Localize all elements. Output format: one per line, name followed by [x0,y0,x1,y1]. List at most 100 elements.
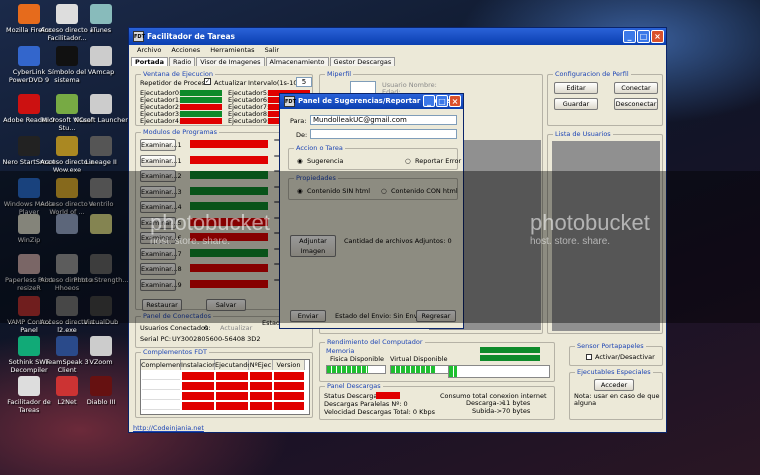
conectados-actualizar[interactable]: Actualizar [220,324,252,332]
fdt-cell [250,402,272,410]
window-titlebar[interactable]: FDT Facilitador de Tareas _ □ × [129,28,666,45]
modulo-path-field [190,140,268,148]
config-legend: Configuracion de Perfil [553,70,631,78]
examinar-button[interactable]: Examinar...1 [140,154,182,167]
tab-visor[interactable]: Visor de Imagenes [196,57,265,66]
fdt-cell [216,392,248,400]
fdt-cell [250,392,272,400]
fdt-cell [274,382,304,390]
tab-strip: Portada Radio Visor de Imagenes Almacenamie… [131,57,396,67]
tab-gestor[interactable]: Gestor Descargas [329,57,396,66]
ejecutador-label: Ejecutador9: [228,117,270,125]
fdt-column-header[interactable]: Instalacion [181,360,216,370]
fdt-column-header[interactable]: Version [273,360,305,370]
especiales-group: Ejecutables Especiales Acceder Nota: usa… [569,368,663,420]
portapapeles-group: Sensor Portapapeles Activar/Desactivar [569,342,663,366]
desktop-icon-graphic [90,336,112,356]
menu-archivo[interactable]: Archivo [137,46,161,54]
ejecutador-status [180,111,222,117]
desktop-icon-graphic [90,4,112,24]
fdt-cell [182,382,214,390]
desktop-icon[interactable]: Diablo III [72,376,130,406]
fdt-cell [274,392,304,400]
usuarios-value: 0 [204,324,209,332]
fdt-cell [250,382,272,390]
actualizar-checkbox[interactable]: ✓ [204,78,211,85]
para-input[interactable]: MundolleakUC@gmail.com [310,115,457,125]
modulo-path-field [190,155,268,164]
miperfil-legend: Miperfil [325,70,354,78]
repetidor-label: Repetidor de Proceso [140,79,209,87]
reportar-radio[interactable]: ○ [405,157,411,165]
maximize-button[interactable]: □ [637,30,650,43]
dialog-icon: FDT [284,96,296,107]
desktop-icon[interactable]: VAmcap [72,46,130,76]
dialog-close-button[interactable]: × [449,95,461,107]
desktop-icon-label: Lineage II [85,158,117,166]
dialog-titlebar[interactable]: FDT Panel de Sugerencias/Reportar errore… [280,94,463,109]
desktop-icon-graphic [18,46,40,66]
dialog-minimize-button[interactable]: _ [423,95,435,107]
desktop-icon[interactable]: iTunes [72,4,130,34]
tab-almacenamiento[interactable]: Almacenamiento [265,57,329,66]
nota-label: Nota: usar en caso de que alguna [574,392,660,407]
tab-radio[interactable]: Radio [168,57,196,66]
fdt-cell [182,372,214,380]
menu-bar: Archivo Acciones Herramientas Salir [129,45,666,55]
fdt-cell [142,402,180,410]
website-link[interactable]: http://Codeinjania.net [133,424,204,432]
fdt-cell [274,402,304,410]
desktop-icon[interactable]: NCsoft Launcher [72,94,130,124]
lista-legend: Lista de Usuarios [553,130,613,138]
watermark-band [0,171,760,323]
desktop-icon-graphic [18,376,40,396]
ejecutador-status [180,90,222,96]
fdt-cell [250,372,272,380]
dialog-maximize-button[interactable]: □ [436,95,448,107]
menu-salir[interactable]: Salir [265,46,279,54]
intervalo-input[interactable]: 5 [296,77,312,87]
guardar-button[interactable]: Guardar [554,98,598,110]
rendimiento-legend: Rendimiento del Computador [325,338,425,346]
fdt-cell [216,372,248,380]
photobucket-watermark: photobucket host. store. share. [150,210,270,247]
desktop-icon-graphic [90,376,112,396]
desconectar-button[interactable]: Desconectar [614,98,658,110]
portapapeles-checkbox[interactable] [586,354,592,360]
config-group: Configuracion de Perfil Editar Conectar … [547,70,663,126]
fdt-column-header[interactable]: Complemento [141,360,187,370]
descargas-legend: Panel Descargas [325,382,383,390]
usuarios-label: Usuarios Conectados: [140,324,211,332]
fdt-column-header[interactable]: Ejecutando [215,360,251,370]
ejecucion-legend: Ventana de Ejecucion [141,70,216,78]
desktop-icon[interactable]: VZoom [72,336,130,366]
editar-button[interactable]: Editar [554,82,598,94]
fdt-cell [182,402,214,410]
fdt-cell [216,402,248,410]
desktop-icon[interactable]: Lineage II [72,136,130,166]
accion-legend: Accion o Tarea [294,144,345,152]
desktop-icon-label: VZoom [89,358,113,366]
close-button[interactable]: × [651,30,664,43]
minimize-button[interactable]: _ [623,30,636,43]
fdt-column-header[interactable]: NºEjec [249,360,273,370]
examinar-button[interactable]: Examinar...1 [140,139,182,151]
menu-herramientas[interactable]: Herramientas [210,46,254,54]
de-input[interactable] [310,129,457,139]
status-label: Status Descargas: [324,392,383,400]
sugerencia-radio[interactable]: ◉ [297,157,303,165]
modulos-legend: Modulos de Programas [141,128,220,136]
mem-bar [480,355,540,361]
app-icon: FDT [133,31,145,42]
tab-portada[interactable]: Portada [131,57,168,66]
rendimiento-group: Rendimiento del Computador Memoria Fisic… [319,338,555,382]
conectar-button[interactable]: Conectar [614,82,658,94]
cpu-bar [480,347,540,353]
desktop-icon-graphic [90,136,112,156]
actualizar-label: Actualizar [214,79,247,87]
velocidad-label: Velocidad Descargas Total: 0 Kbps [324,408,436,416]
fdt-cell [142,382,180,390]
rendimiento-progress [448,365,550,378]
acceder-button[interactable]: Acceder [594,379,634,391]
menu-acciones[interactable]: Acciones [171,46,200,54]
